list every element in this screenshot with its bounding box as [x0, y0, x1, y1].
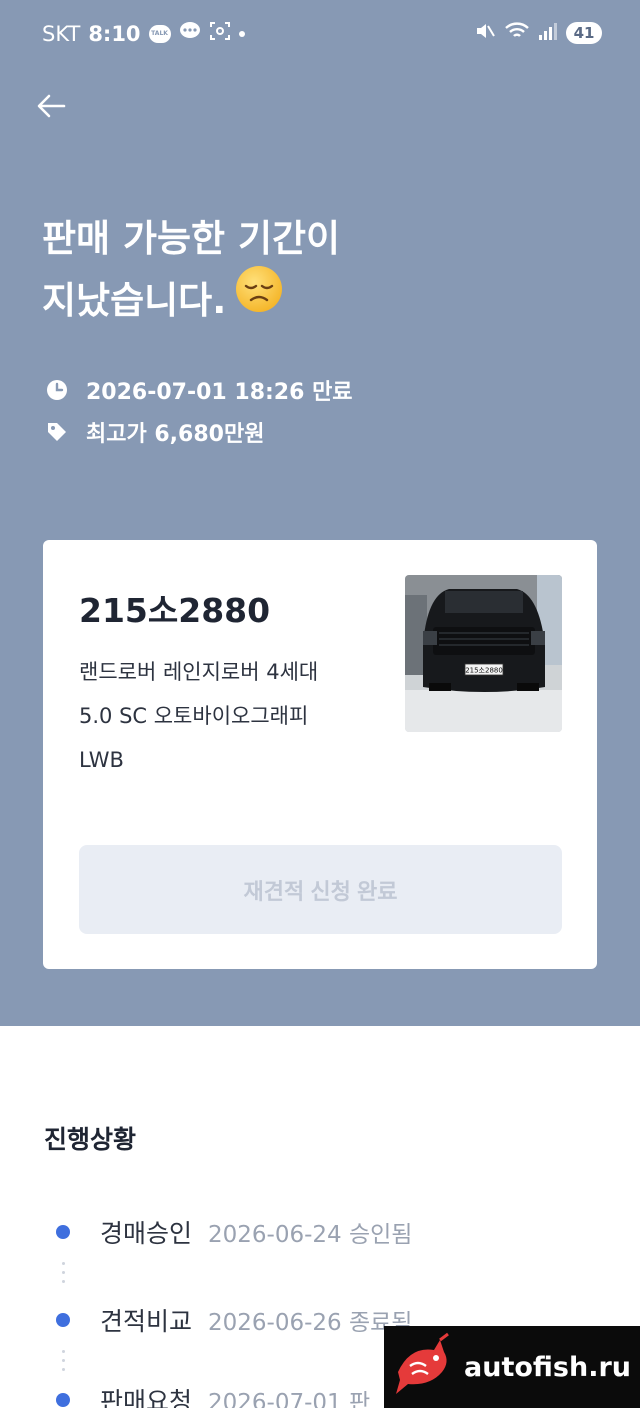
expiry-row: 2026-07-01 18:26 만료	[46, 374, 353, 406]
step-connector	[62, 1350, 65, 1377]
progress-step: 경매승인 2026-06-24 승인됨	[56, 1210, 412, 1254]
notification-dot	[238, 30, 245, 37]
requote-complete-button[interactable]: 재견적 신청 완료	[79, 845, 562, 934]
carrier-label: SKT	[42, 21, 81, 46]
top-price-text: 최고가 6,680만원	[86, 422, 265, 447]
step-date: 2026-06-24 승인됨	[208, 1222, 413, 1248]
arrow-left-icon	[37, 94, 66, 118]
step-name: 경매승인	[100, 1219, 193, 1248]
mute-icon	[474, 20, 496, 46]
price-tag-icon	[48, 423, 66, 441]
plate-number: 215소2880	[79, 591, 271, 630]
step-name: 판매요청	[100, 1387, 193, 1408]
price-row: 최고가 6,680만원	[46, 416, 264, 448]
fish-logo-icon	[396, 1332, 449, 1394]
model-line-3: LWB	[79, 748, 124, 772]
vehicle-photo[interactable]: 215소2880	[405, 575, 562, 732]
wifi-icon	[504, 20, 530, 46]
title-line-2: 지났습니다.	[42, 279, 227, 322]
title-line-1: 판매 가능한 기간이	[42, 217, 341, 260]
step-date: 2026-07-01 판	[208, 1390, 371, 1408]
status-bar: SKT 8:10 TALK 41	[0, 0, 640, 68]
kakaotalk-icon: TALK	[148, 24, 171, 43]
watermark-text: autofish.ru	[464, 1351, 631, 1383]
chat-bubble-icon	[179, 21, 201, 46]
screenshot-icon	[209, 20, 231, 47]
clock: 8:10	[88, 21, 141, 46]
disappointed-face-icon	[234, 264, 284, 333]
thumb-plate-text: 215소2880	[465, 667, 503, 675]
back-button[interactable]	[34, 88, 70, 124]
step-date: 2026-06-26 종료됨	[208, 1310, 413, 1336]
vehicle-model: 랜드로버 레인지로버 4세대 5.0 SC 오토바이오그래피 LWB	[79, 650, 379, 782]
step-connector	[62, 1262, 65, 1289]
clock-icon	[47, 380, 67, 400]
progress-step: 견적비교 2026-06-26 종료됨	[56, 1298, 412, 1342]
progress-step: 판매요청 2026-07-01 판	[56, 1378, 370, 1408]
step-dot	[56, 1225, 70, 1239]
step-dot	[56, 1393, 70, 1407]
model-line-2: 5.0 SC 오토바이오그래피	[79, 704, 309, 728]
model-line-1: 랜드로버 레인지로버 4세대	[79, 660, 319, 684]
expiry-text: 2026-07-01 18:26 만료	[86, 380, 353, 405]
signal-icon	[538, 21, 558, 45]
progress-title: 진행상황	[44, 1125, 137, 1154]
vehicle-card: 215소2880 랜드로버 레인지로버 4세대 5.0 SC 오토바이오그래피 …	[43, 540, 597, 969]
battery-indicator: 41	[566, 22, 602, 44]
step-dot	[56, 1313, 70, 1327]
step-name: 견적비교	[100, 1307, 193, 1336]
watermark: autofish.ru	[384, 1326, 640, 1408]
page-title: 판매 가능한 기간이 지났습니다.	[42, 208, 582, 333]
